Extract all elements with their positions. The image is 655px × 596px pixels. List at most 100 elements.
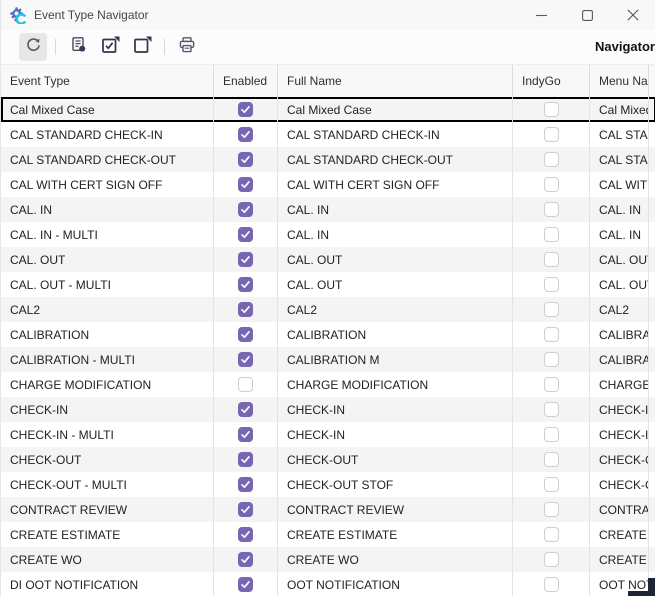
enabled-cell[interactable] [214,347,278,372]
event-type-cell[interactable]: CAL. IN [1,197,214,222]
enabled-checkbox-checked[interactable] [238,477,253,492]
indygo-cell[interactable] [513,572,590,596]
enabled-checkbox-checked[interactable] [238,452,253,467]
menu-name-cell[interactable]: CHECK-IN [590,397,649,422]
enabled-cell[interactable] [214,372,278,397]
indygo-checkbox-unchecked[interactable] [544,452,559,467]
event-type-cell[interactable]: CAL WITH CERT SIGN OFF [1,172,214,197]
menu-name-cell[interactable]: CREATE ESTIMATE [590,522,649,547]
indygo-cell[interactable] [513,522,590,547]
enabled-checkbox-checked[interactable] [238,577,253,592]
indygo-cell[interactable] [513,547,590,572]
event-type-cell[interactable]: Cal Mixed Case [1,97,214,122]
event-type-cell[interactable]: CHECK-IN - MULTI [1,422,214,447]
enabled-checkbox-checked[interactable] [238,202,253,217]
event-type-cell[interactable]: CAL. IN - MULTI [1,222,214,247]
enabled-cell[interactable] [214,172,278,197]
menu-name-cell[interactable]: CHECK-OUT [590,447,649,472]
column-header-event-type[interactable]: Event Type [1,65,214,97]
table-row[interactable]: CHECK-IN - MULTICHECK-INCHECK-IN [1,422,655,447]
enabled-checkbox-checked[interactable] [238,327,253,342]
full-name-cell[interactable]: Cal Mixed Case [278,97,513,122]
enabled-checkbox-checked[interactable] [238,402,253,417]
table-row[interactable]: Cal Mixed CaseCal Mixed CaseCal Mixed Ca… [1,97,655,122]
full-name-cell[interactable]: CALIBRATION M [278,347,513,372]
enabled-checkbox-checked[interactable] [238,302,253,317]
enabled-cell[interactable] [214,222,278,247]
menu-name-cell[interactable]: CAL WITH CERT SIGN OFF [590,172,649,197]
enabled-cell[interactable] [214,547,278,572]
full-name-cell[interactable]: CREATE WO [278,547,513,572]
table-row[interactable]: CAL WITH CERT SIGN OFF CAL WITH CERT SIGN… [1,172,655,197]
event-type-cell[interactable]: DI OOT NOTIFICATION [1,572,214,596]
menu-name-cell[interactable]: CONTRACT REVIEW [590,497,649,522]
indygo-checkbox-unchecked[interactable] [544,352,559,367]
full-name-cell[interactable]: CAL WITH CERT SIGN OFF [278,172,513,197]
full-name-cell[interactable]: OOT NOTIFICATION [278,572,513,596]
indygo-checkbox-unchecked[interactable] [544,152,559,167]
enabled-cell[interactable] [214,322,278,347]
event-type-cell[interactable]: CAL STANDARD CHECK-OUT [1,147,214,172]
event-type-cell[interactable]: CREATE WO [1,547,214,572]
indygo-cell[interactable] [513,197,590,222]
indygo-cell[interactable] [513,97,590,122]
column-header-menu-name[interactable]: Menu Name [590,65,649,97]
indygo-cell[interactable] [513,322,590,347]
enabled-cell[interactable] [214,147,278,172]
enabled-checkbox-checked[interactable] [238,277,253,292]
table-row[interactable]: DI OOT NOTIFICATIONOOT NOTIFICATIONOOT N… [1,572,655,596]
menu-name-cell[interactable]: CHECK-IN [590,422,649,447]
event-type-cell[interactable]: CHECK-OUT [1,447,214,472]
menu-name-cell[interactable]: CHECK-OUT [590,472,649,497]
menu-name-cell[interactable]: CHARGE MODIFICATION [590,372,649,397]
event-type-cell[interactable]: CAL. OUT - MULTI [1,272,214,297]
column-header-indygo[interactable]: IndyGo [513,65,590,97]
full-name-cell[interactable]: CALIBRATION [278,322,513,347]
table-row[interactable]: CHECK-OUT CHECK-OUT CHECK-OUT [1,447,655,472]
enabled-cell[interactable] [214,122,278,147]
indygo-cell[interactable] [513,347,590,372]
indygo-cell[interactable] [513,222,590,247]
indygo-cell[interactable] [513,372,590,397]
menu-name-cell[interactable]: CAL STANDARD CHECK-IN [590,122,649,147]
enabled-cell[interactable] [214,397,278,422]
full-name-cell[interactable]: CHECK-IN [278,397,513,422]
full-name-cell[interactable]: CAL. OUT [278,272,513,297]
check-all-button[interactable] [96,33,124,61]
enabled-checkbox-checked[interactable] [238,552,253,567]
enabled-checkbox-checked[interactable] [238,352,253,367]
table-row[interactable]: CONTRACT REVIEWCONTRACT REVIEWCONTRACT R… [1,497,655,522]
enabled-cell[interactable] [214,572,278,596]
indygo-cell[interactable] [513,497,590,522]
menu-name-cell[interactable]: CAL. IN [590,222,649,247]
table-row[interactable]: CREATE WO CREATE WO CREATE WO [1,547,655,572]
indygo-cell[interactable] [513,122,590,147]
enabled-checkbox-checked[interactable] [238,427,253,442]
enabled-cell[interactable] [214,272,278,297]
enabled-cell[interactable] [214,472,278,497]
full-name-cell[interactable]: CAL. OUT [278,247,513,272]
table-row[interactable]: CHARGE MODIFICATIONCHARGE MODIFICATIONCH… [1,372,655,397]
table-row[interactable]: CALIBRATIONCALIBRATIONCALIBRATION [1,322,655,347]
event-type-cell[interactable]: CAL2 [1,297,214,322]
indygo-cell[interactable] [513,422,590,447]
enabled-cell[interactable] [214,97,278,122]
full-name-cell[interactable]: CAL. IN [278,197,513,222]
menu-name-cell[interactable]: CAL2 [590,297,649,322]
indygo-cell[interactable] [513,472,590,497]
indygo-checkbox-unchecked[interactable] [544,527,559,542]
menu-name-cell[interactable]: CALIBRATION [590,347,649,372]
table-row[interactable]: CAL. OUT - MULTICAL. OUTCAL. OUT [1,272,655,297]
full-name-cell[interactable]: CHECK-OUT [278,447,513,472]
table-row[interactable]: CREATE ESTIMATECREATE ESTIMATECREATE EST… [1,522,655,547]
indygo-checkbox-unchecked[interactable] [544,102,559,117]
indygo-checkbox-unchecked[interactable] [544,177,559,192]
menu-name-cell[interactable]: CREATE WO [590,547,649,572]
enabled-checkbox-checked[interactable] [238,502,253,517]
indygo-cell[interactable] [513,397,590,422]
full-name-cell[interactable]: CONTRACT REVIEW [278,497,513,522]
enabled-cell[interactable] [214,447,278,472]
indygo-cell[interactable] [513,297,590,322]
refresh-button[interactable] [19,33,47,61]
indygo-checkbox-unchecked[interactable] [544,427,559,442]
